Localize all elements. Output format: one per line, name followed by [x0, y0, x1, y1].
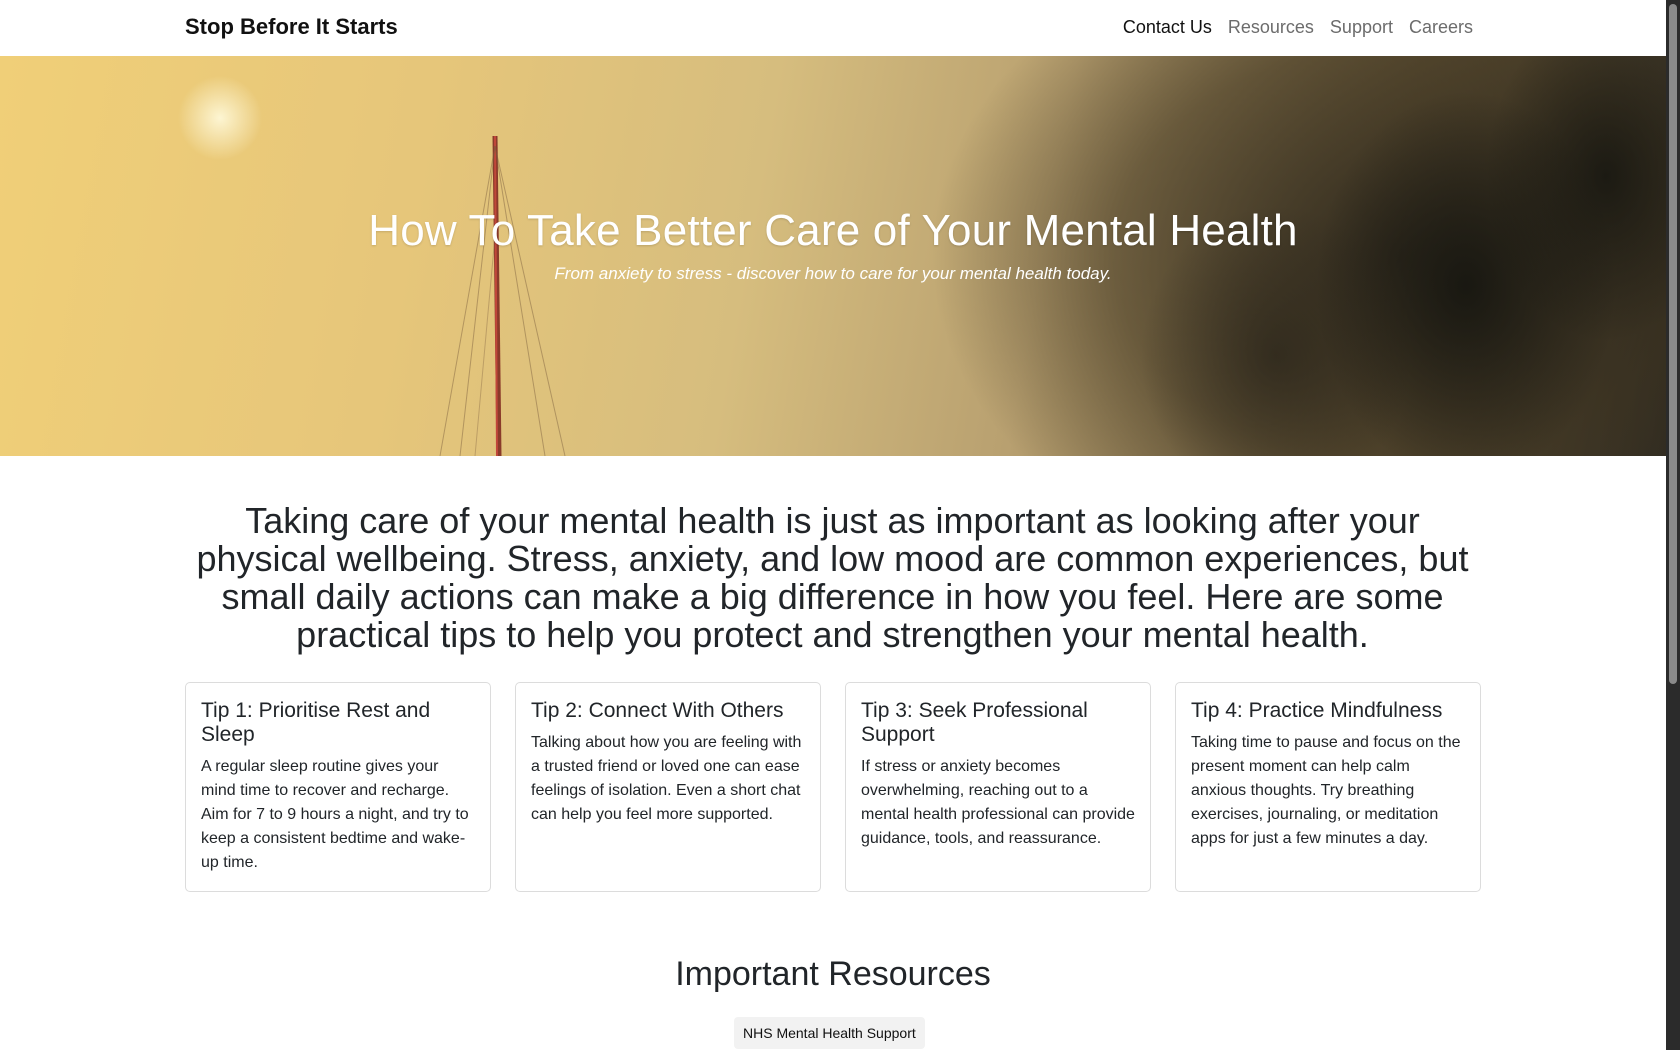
hero-banner: How To Take Better Care of Your Mental H…	[0, 56, 1666, 456]
tip-card-text: Talking about how you are feeling with a…	[531, 734, 802, 823]
tips-cards: Tip 1: Prioritise Rest and Sleep A regul…	[185, 682, 1481, 892]
page-scrollbar[interactable]	[1666, 0, 1680, 1050]
nav-link-careers[interactable]: Careers	[1409, 17, 1473, 38]
scrollbar-thumb[interactable]	[1669, 4, 1677, 684]
navbar: Stop Before It Starts Contact Us Resourc…	[0, 0, 1666, 57]
tip-card: Tip 1: Prioritise Rest and Sleep A regul…	[185, 682, 491, 892]
tip-card: Tip 4: Practice Mindfulness Taking time …	[1175, 682, 1481, 892]
tip-card-text: Taking time to pause and focus on the pr…	[1191, 734, 1461, 847]
hero-title: How To Take Better Care of Your Mental H…	[368, 206, 1298, 255]
tip-card: Tip 2: Connect With Others Talking about…	[515, 682, 821, 892]
hero-mast-image	[439, 135, 566, 456]
intro-text: Taking care of your mental health is jus…	[196, 500, 1469, 655]
page: Stop Before It Starts Contact Us Resourc…	[0, 0, 1666, 1050]
tip-card-text: A regular sleep routine gives your mind …	[201, 758, 469, 871]
tip-card: Tip 3: Seek Professional Support If stre…	[845, 682, 1151, 892]
nhs-support-button[interactable]: NHS Mental Health Support	[734, 1017, 925, 1049]
tip-card-title: Tip 4: Practice Mindfulness	[1191, 699, 1443, 722]
nav-links: Contact Us Resources Support Careers	[1123, 17, 1473, 38]
tip-card-title: Tip 2: Connect With Others	[531, 699, 784, 722]
nav-link-contact-us[interactable]: Contact Us	[1123, 17, 1212, 38]
resources-heading: Important Resources	[675, 955, 991, 993]
tip-card-title: Tip 1: Prioritise Rest and Sleep	[201, 699, 431, 746]
tip-card-text: If stress or anxiety becomes overwhelmin…	[861, 758, 1135, 847]
brand-logo[interactable]: Stop Before It Starts	[185, 14, 398, 40]
nav-link-support[interactable]: Support	[1330, 17, 1393, 38]
tip-card-title: Tip 3: Seek Professional Support	[861, 699, 1088, 746]
nav-link-resources[interactable]: Resources	[1228, 17, 1314, 38]
hero-subtitle: From anxiety to stress - discover how to…	[554, 264, 1112, 283]
